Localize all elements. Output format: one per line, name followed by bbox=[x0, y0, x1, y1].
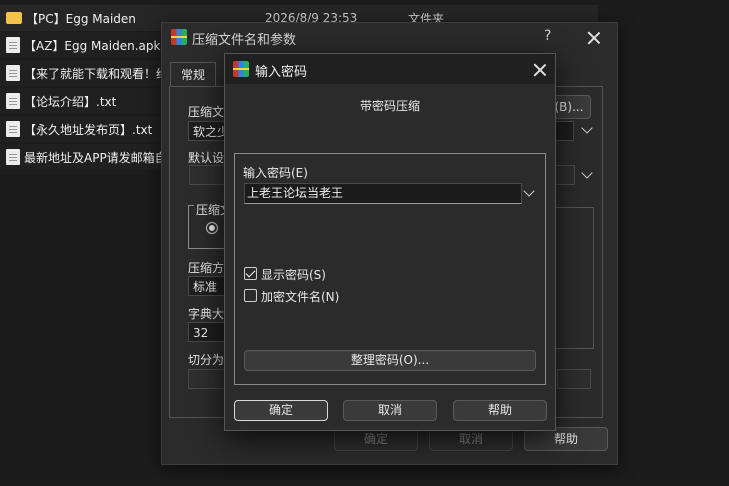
password-input[interactable]: 上老王论坛当老王 bbox=[244, 183, 522, 204]
password-label: 输入密码(E) bbox=[243, 166, 308, 180]
organize-passwords-button[interactable]: 整理密码(O)... bbox=[244, 350, 536, 371]
close-icon[interactable] bbox=[587, 31, 601, 45]
help-glyph[interactable]: ? bbox=[544, 28, 551, 44]
file-name: 【AZ】Egg Maiden.apk bbox=[24, 38, 161, 53]
document-icon bbox=[6, 93, 20, 109]
document-icon bbox=[6, 37, 20, 53]
parameters-field[interactable] bbox=[557, 369, 591, 389]
file-name: 【PC】Egg Maiden bbox=[26, 11, 136, 26]
file-name: 【论坛介绍】.txt bbox=[24, 94, 117, 109]
tab-general[interactable]: 常规 bbox=[170, 62, 217, 87]
document-icon bbox=[6, 121, 20, 137]
file-name: 【永久地址发布页】.txt bbox=[24, 122, 153, 137]
archive-name-label: 压缩文 bbox=[188, 105, 225, 119]
ok-button[interactable]: 确定 bbox=[234, 400, 328, 421]
close-icon[interactable] bbox=[533, 63, 547, 77]
dialog-title: 压缩文件名和参数 bbox=[192, 33, 297, 48]
password-dialog: 输入密码 带密码压缩 输入密码(E) 上老王论坛当老王 显示密码(S) 加密文件… bbox=[224, 53, 556, 431]
winrar-icon bbox=[171, 29, 187, 45]
document-icon bbox=[6, 65, 20, 81]
folder-icon bbox=[6, 12, 22, 24]
dialog-titlebar: 输入密码 bbox=[225, 54, 555, 84]
file-name: 【来了就能下载和观看！给 bbox=[24, 66, 169, 81]
winrar-icon bbox=[233, 61, 249, 77]
format-radio[interactable] bbox=[206, 222, 218, 234]
show-password-label[interactable]: 显示密码(S) bbox=[261, 266, 326, 283]
cancel-button[interactable]: 取消 bbox=[343, 400, 437, 421]
encrypt-filenames-checkbox[interactable] bbox=[244, 289, 257, 302]
help-button[interactable]: 帮助 bbox=[453, 400, 547, 421]
method-label: 压缩方 bbox=[188, 261, 225, 275]
document-icon bbox=[6, 149, 20, 165]
encrypt-filenames-label[interactable]: 加密文件名(N) bbox=[261, 288, 339, 305]
split-label: 切分为 bbox=[188, 353, 225, 367]
file-name: 最新地址及APP请发邮箱自 bbox=[24, 150, 167, 165]
default-settings-label: 默认设 bbox=[188, 151, 225, 165]
dialog-title: 输入密码 bbox=[255, 65, 308, 80]
dialog-subtitle: 带密码压缩 bbox=[359, 99, 420, 113]
dictionary-label: 字典大 bbox=[188, 307, 225, 321]
show-password-checkbox[interactable] bbox=[244, 267, 257, 280]
